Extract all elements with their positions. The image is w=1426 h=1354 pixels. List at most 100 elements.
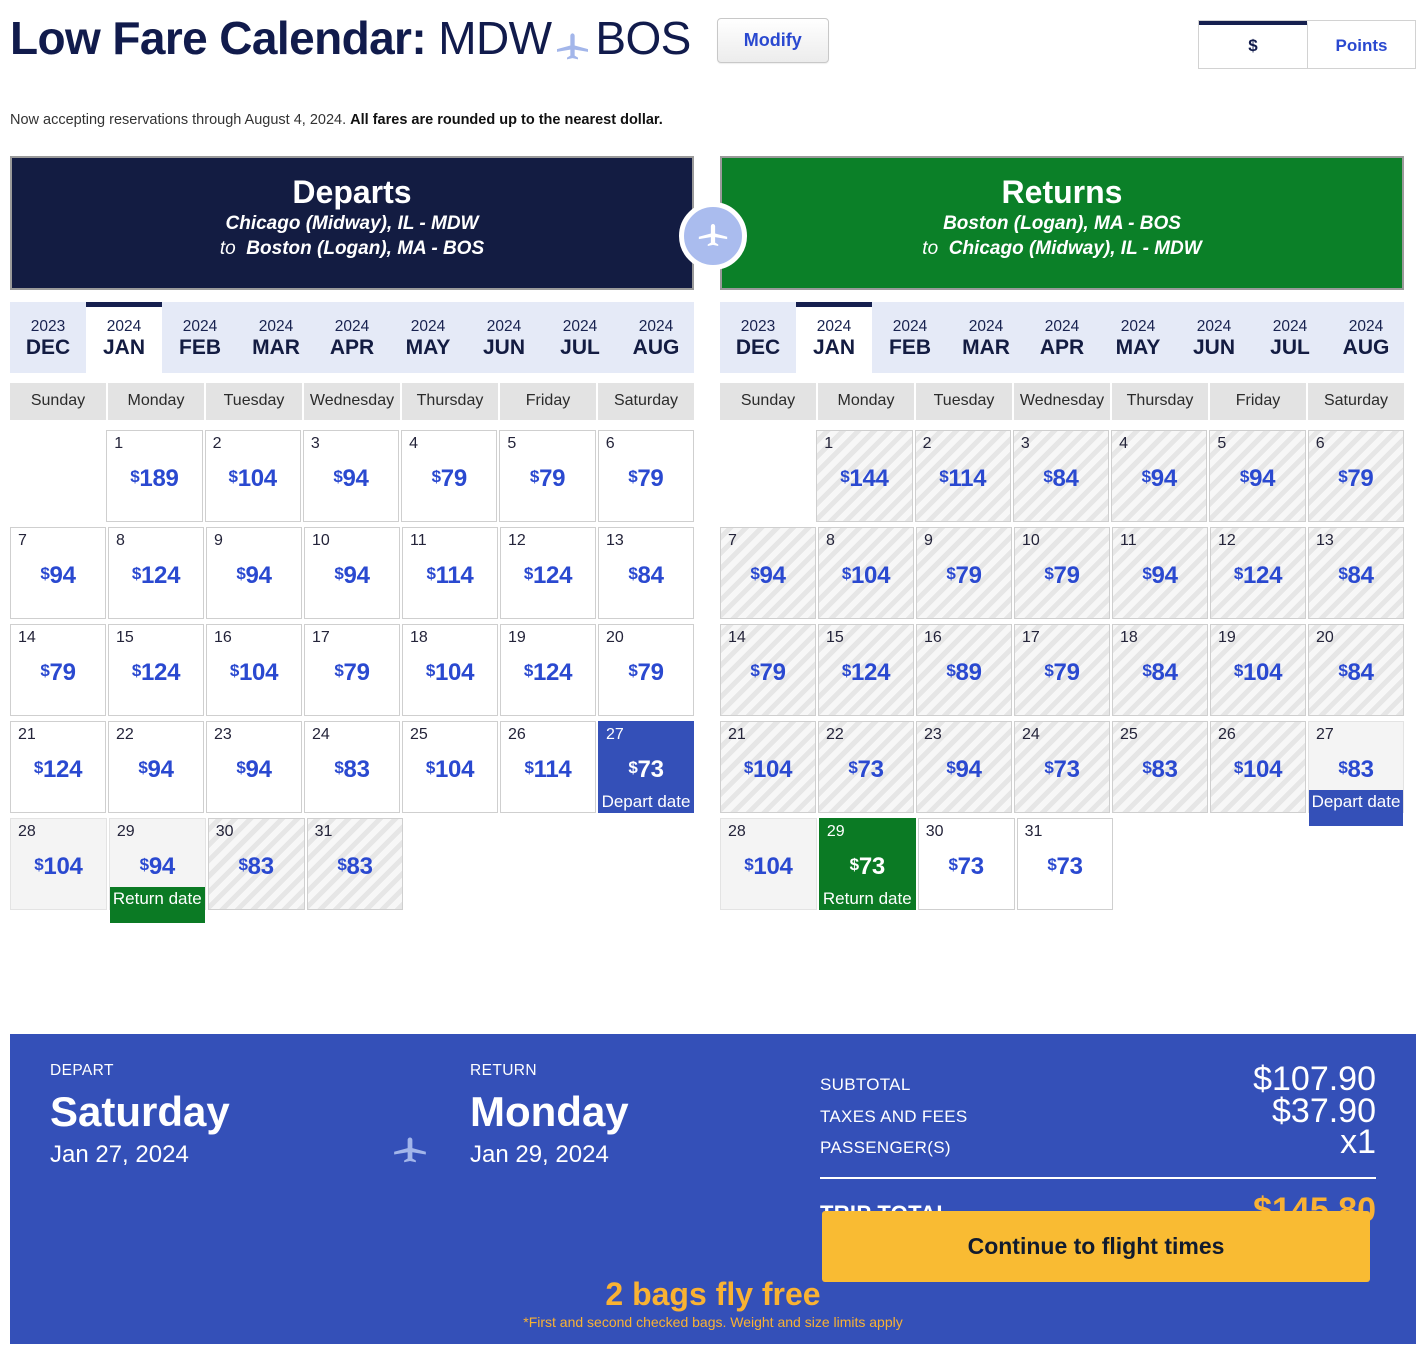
calendar-day-cell-20[interactable]: 20 $84 [1308,623,1404,716]
departs-month-tabs[interactable]: 2023 DEC 2024 JAN 2024 FEB 2024 MAR 2024 APR 2024 M… [10,302,694,373]
calendar-day-cell-28[interactable]: 28 $104 [10,817,107,910]
calendar-day-cell-18[interactable]: 18 $104 [402,623,498,716]
month-tab-jan[interactable]: 2024 JAN [796,302,872,373]
fare-value: 104 [1243,755,1283,783]
calendar-day-cell-26[interactable]: 26 $114 [500,720,596,813]
calendar-day-cell-31[interactable]: 31 $83 [306,817,404,910]
month-tab-aug[interactable]: 2024 AUG [618,302,694,373]
calendar-day-cell-19[interactable]: 19 $104 [1210,623,1306,716]
calendar-day-cell-14[interactable]: 14 $79 [720,623,816,716]
calendar-day-cell-29[interactable]: 29 $94 Return date [108,817,206,923]
weekday-header-sunday: Sunday [10,382,106,420]
month-tab-aug[interactable]: 2024 AUG [1328,302,1404,373]
calendar-day-cell-27[interactable]: 27 $73 Depart date [598,720,694,813]
calendar-day-cell-2[interactable]: 2 $104 [204,429,301,522]
calendar-day-cell-6[interactable]: 6 $79 [597,429,694,522]
currency-toggle[interactable]: $ Points [1198,20,1416,69]
month-tab-apr[interactable]: 2024 APR [314,302,390,373]
fare-amount: $124 [501,659,595,687]
month-tab-mar[interactable]: 2024 MAR [238,302,314,373]
month-tab-mar[interactable]: 2024 MAR [948,302,1024,373]
calendar-day-cell-20[interactable]: 20 $79 [598,623,694,716]
calendar-day-cell-29[interactable]: 29 $73 Return date [818,817,916,910]
calendar-day-cell-3[interactable]: 3 $84 [1012,429,1110,522]
calendar-day-cell-15[interactable]: 15 $124 [108,623,204,716]
month-tab-may[interactable]: 2024 MAY [1100,302,1176,373]
fare-value: 79 [343,658,370,686]
calendar-day-cell-16[interactable]: 16 $89 [916,623,1012,716]
fare-value: 104 [435,658,475,686]
month-tab-dec[interactable]: 2023 DEC [720,302,796,373]
month-tab-feb[interactable]: 2024 FEB [872,302,948,373]
calendar-day-cell-15[interactable]: 15 $124 [818,623,914,716]
calendar-day-cell-3[interactable]: 3 $94 [302,429,400,522]
month-tab-jul[interactable]: 2024 JUL [542,302,618,373]
calendar-day-cell-4[interactable]: 4 $94 [1111,429,1208,522]
returns-banner-origin: Boston (Logan), MA - BOS [943,213,1181,234]
calendar-day-cell-11[interactable]: 11 $94 [1112,526,1208,619]
calendar-day-cell-2[interactable]: 2 $114 [914,429,1011,522]
month-tab-apr[interactable]: 2024 APR [1024,302,1100,373]
calendar-day-cell-11[interactable]: 11 $114 [402,526,498,619]
calendar-day-cell-13[interactable]: 13 $84 [1308,526,1404,619]
calendar-day-cell-13[interactable]: 13 $84 [598,526,694,619]
calendar-day-cell-7[interactable]: 7 $94 [10,526,106,619]
calendar-day-cell-9[interactable]: 9 $94 [206,526,302,619]
month-tab-jan[interactable]: 2024 JAN [86,302,162,373]
calendar-day-cell-30[interactable]: 30 $73 [917,817,1015,910]
modify-button[interactable]: Modify [716,18,829,64]
calendar-day-cell-6[interactable]: 6 $79 [1307,429,1404,522]
calendar-day-cell-8[interactable]: 8 $104 [818,526,914,619]
calendar-day-cell-14[interactable]: 14 $79 [10,623,106,716]
calendar-day-cell-23[interactable]: 23 $94 [916,720,1012,813]
calendar-day-cell-12[interactable]: 12 $124 [500,526,596,619]
calendar-day-cell-10[interactable]: 10 $79 [1014,526,1110,619]
calendar-day-cell-5[interactable]: 5 $79 [499,429,596,522]
month-tab-jun[interactable]: 2024 JUN [1176,302,1252,373]
calendar-day-cell-22[interactable]: 22 $73 [818,720,914,813]
month-tab-feb[interactable]: 2024 FEB [162,302,238,373]
calendar-day-cell-25[interactable]: 25 $104 [402,720,498,813]
calendar-day-cell-1[interactable]: 1 $144 [816,429,913,522]
calendar-day-cell-17[interactable]: 17 $79 [304,623,400,716]
currency-tab-dollars[interactable]: $ [1199,21,1307,68]
calendar-day-cell-25[interactable]: 25 $83 [1112,720,1208,813]
calendar-day-cell-10[interactable]: 10 $94 [304,526,400,619]
calendar-day-cell-19[interactable]: 19 $124 [500,623,596,716]
month-tab-month: APR [329,336,375,360]
calendar-day-cell-28[interactable]: 28 $104 [720,817,817,910]
calendar-day-cell-24[interactable]: 24 $73 [1014,720,1110,813]
calendar-day-cell-18[interactable]: 18 $84 [1112,623,1208,716]
calendar-day-cell-23[interactable]: 23 $94 [206,720,302,813]
fare-amount: $79 [11,659,105,687]
returns-month-tabs[interactable]: 2023 DEC 2024 JAN 2024 FEB 2024 MAR 2024 APR 2024 M… [720,302,1404,373]
day-number: 21 [18,725,36,743]
currency-symbol: $ [1142,660,1152,680]
calendar-day-cell-5[interactable]: 5 $94 [1209,429,1306,522]
calendar-day-cell-22[interactable]: 22 $94 [108,720,204,813]
calendar-day-cell-21[interactable]: 21 $124 [10,720,106,813]
currency-tab-points[interactable]: Points [1307,21,1415,68]
calendar-day-cell-4[interactable]: 4 $79 [401,429,498,522]
calendar-day-cell-16[interactable]: 16 $104 [206,623,302,716]
calendar-day-cell-31[interactable]: 31 $73 [1016,817,1114,910]
calendar-day-cell-30[interactable]: 30 $83 [207,817,305,910]
calendar-day-cell-12[interactable]: 12 $124 [1210,526,1306,619]
month-tab-dec[interactable]: 2023 DEC [10,302,86,373]
month-tab-jul[interactable]: 2024 JUL [1252,302,1328,373]
departs-banner: Departs Chicago (Midway), IL - MDW to Bo… [10,156,694,290]
continue-to-flight-times-button[interactable]: Continue to flight times [822,1211,1370,1282]
calendar-day-cell-21[interactable]: 21 $104 [720,720,816,813]
calendar-day-cell-9[interactable]: 9 $79 [916,526,1012,619]
calendar-day-cell-7[interactable]: 7 $94 [720,526,816,619]
calendar-day-cell-8[interactable]: 8 $124 [108,526,204,619]
calendar-day-cell-1[interactable]: 1 $189 [106,429,203,522]
month-tab-jun[interactable]: 2024 JUN [466,302,542,373]
calendar-day-cell-26[interactable]: 26 $104 [1210,720,1306,813]
month-tab-may[interactable]: 2024 MAY [390,302,466,373]
currency-symbol: $ [1239,466,1250,486]
calendar-day-cell-24[interactable]: 24 $83 [304,720,400,813]
calendar-day-cell-17[interactable]: 17 $79 [1014,623,1110,716]
calendar-day-cell-27[interactable]: 27 $83 Depart date [1308,720,1404,826]
fare-amount: $83 [1309,756,1403,784]
